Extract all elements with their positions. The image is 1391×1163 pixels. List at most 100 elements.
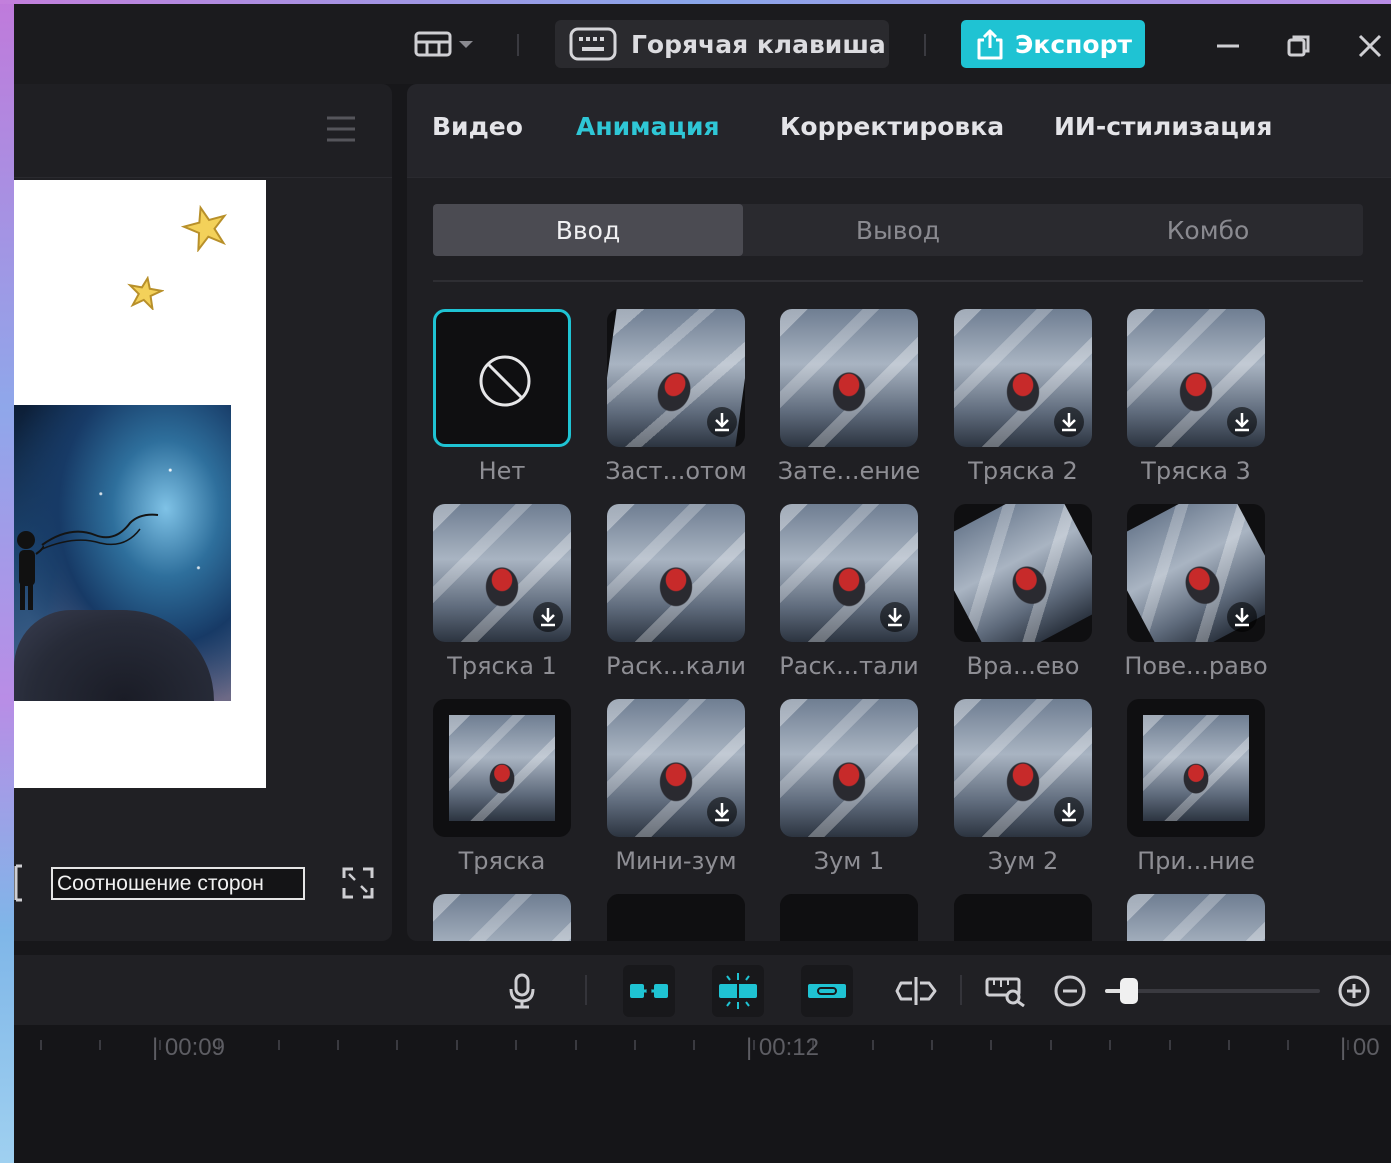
animation-card[interactable] [780, 894, 918, 941]
time-label: | 00:12 [746, 1034, 819, 1061]
download-icon[interactable] [1054, 797, 1084, 827]
ruler-tick [40, 1040, 42, 1050]
download-icon[interactable] [707, 797, 737, 827]
animation-card[interactable] [433, 894, 571, 941]
animation-label: Вра...ево [966, 652, 1080, 680]
record-audio-button[interactable] [496, 965, 548, 1017]
animation-thumbnail [954, 504, 1092, 642]
divider [924, 34, 926, 56]
minimize-button[interactable] [1208, 26, 1248, 66]
animation-card[interactable] [954, 699, 1092, 837]
tab-animation[interactable]: Анимация [576, 112, 720, 141]
menu-icon[interactable] [325, 114, 357, 144]
subtab-in[interactable]: Ввод [433, 204, 743, 256]
animation-card[interactable] [1127, 894, 1265, 941]
animation-card[interactable] [607, 699, 745, 837]
hotkey-label: Горячая клавиша [631, 29, 886, 59]
animation-card[interactable] [1127, 699, 1265, 837]
subtab-combo[interactable]: Комбо [1053, 204, 1363, 256]
animation-card[interactable] [954, 309, 1092, 447]
zoom-in-button[interactable] [1328, 965, 1380, 1017]
preview-axis-button[interactable] [890, 965, 942, 1017]
animation-label: Тряска [458, 847, 546, 875]
animation-thumbnail [954, 894, 1092, 941]
zoom-to-fit-button[interactable] [980, 965, 1032, 1017]
animation-label: Раск...кали [606, 652, 746, 680]
crop-icon[interactable] [14, 864, 24, 902]
ruler-tick [1287, 1040, 1289, 1050]
divider [433, 280, 1363, 282]
animation-card[interactable] [954, 504, 1092, 642]
animation-card[interactable] [1127, 309, 1265, 447]
ruler-tick [396, 1040, 398, 1050]
auto-snap-button[interactable] [712, 965, 764, 1017]
download-icon[interactable] [707, 407, 737, 437]
animation-label: Мини-зум [615, 847, 737, 875]
animation-thumbnail [780, 699, 918, 837]
layout-icon [414, 31, 452, 57]
ruler-tick [1050, 1040, 1052, 1050]
animation-thumbnail [607, 504, 745, 642]
animation-card[interactable] [780, 699, 918, 837]
animation-card[interactable] [433, 699, 571, 837]
scarf-shape [41, 513, 159, 550]
animation-label: Тряска 1 [447, 652, 557, 680]
aspect-ratio-label: Соотношение сторон [57, 871, 264, 895]
ruler-tick [1109, 1040, 1111, 1050]
ruler-zoom-icon [985, 977, 1025, 1007]
zoom-out-button[interactable] [1044, 965, 1096, 1017]
animation-card[interactable] [780, 309, 918, 447]
split-axis-icon [895, 977, 937, 1005]
fullscreen-icon[interactable] [341, 866, 375, 900]
main-track-magnet-button[interactable] [623, 965, 675, 1017]
zoom-slider-handle[interactable] [1120, 978, 1138, 1004]
hotkey-button[interactable]: Горячая клавиша [555, 20, 889, 68]
animation-card[interactable] [433, 309, 571, 447]
layout-button[interactable] [414, 24, 486, 64]
linkage-button[interactable] [801, 965, 853, 1017]
download-icon[interactable] [1227, 602, 1257, 632]
close-button[interactable] [1350, 26, 1390, 66]
animation-label: Раск...тали [779, 652, 919, 680]
animation-thumbnail [1143, 715, 1249, 821]
snap-icon [719, 973, 757, 1009]
download-icon[interactable] [880, 602, 910, 632]
animation-label: Зум 2 [987, 847, 1059, 875]
animation-card[interactable] [607, 894, 745, 941]
microphone-icon [509, 973, 535, 1009]
ruler-tick [931, 1040, 933, 1050]
ruler-tick [99, 1040, 101, 1050]
animation-card[interactable] [780, 504, 918, 642]
download-icon[interactable] [533, 602, 563, 632]
tab-video[interactable]: Видео [432, 112, 523, 141]
aspect-ratio-button[interactable]: Соотношение сторон [51, 867, 305, 900]
star-icon [180, 204, 228, 252]
animation-thumbnail [1127, 894, 1265, 941]
subtab-out[interactable]: Вывод [743, 204, 1053, 256]
ruler-tick [990, 1040, 992, 1050]
download-icon[interactable] [1227, 407, 1257, 437]
divider [960, 975, 962, 1005]
tab-adjustment[interactable]: Корректировка [780, 112, 1004, 141]
ruler-tick [693, 1040, 695, 1050]
restore-icon [1287, 35, 1310, 57]
animation-card[interactable] [954, 894, 1092, 941]
zoom-in-icon [1338, 975, 1370, 1007]
magnet-link-icon [630, 984, 668, 998]
ruler-tick [515, 1040, 517, 1050]
export-button[interactable]: Экспорт [961, 20, 1145, 68]
animation-card[interactable] [607, 309, 745, 447]
animation-thumbnail [780, 894, 918, 941]
tab-ai-stylization[interactable]: ИИ-стилизация [1054, 112, 1272, 141]
animation-card[interactable] [1127, 504, 1265, 642]
restore-button[interactable] [1279, 26, 1319, 66]
animation-grid: Нет Заст...отом Зате...ение Тряска 2 Тряска … [407, 300, 1391, 941]
animation-thumbnail [449, 715, 555, 821]
ruler-tick [1228, 1040, 1230, 1050]
ruler-tick [456, 1040, 458, 1050]
download-icon[interactable] [1054, 407, 1084, 437]
animation-card[interactable] [607, 504, 745, 642]
ruler-tick [278, 1040, 280, 1050]
animation-card[interactable] [433, 504, 571, 642]
ruler-tick [575, 1040, 577, 1050]
